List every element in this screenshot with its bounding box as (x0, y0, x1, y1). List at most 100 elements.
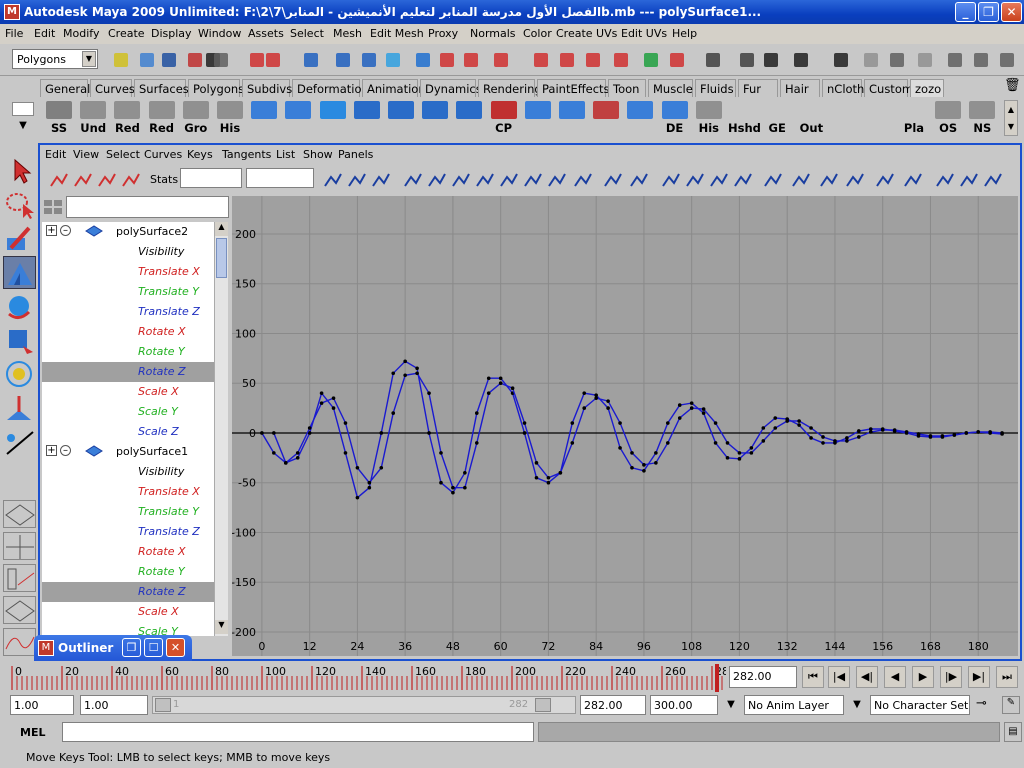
swap-buffer-icon[interactable] (762, 169, 784, 191)
step-tangent-icon[interactable] (498, 169, 520, 191)
select-object-icon[interactable] (970, 49, 992, 71)
move-tool-icon[interactable] (3, 256, 36, 289)
select-hierarchy-icon[interactable] (490, 49, 512, 71)
shelf-scroll-buttons[interactable]: ▲ ▼ (1004, 100, 1018, 136)
frame-all-icon[interactable] (322, 169, 344, 191)
stats-field-value[interactable] (246, 168, 314, 188)
expand-icon[interactable]: + (46, 225, 57, 236)
scroll-down-icon[interactable]: ▼ (215, 620, 228, 634)
menu-edit[interactable]: Edit (34, 27, 55, 40)
outliner-channel[interactable]: Rotate X (42, 322, 214, 342)
frame-playback-icon[interactable] (346, 169, 368, 191)
shelf-button-11[interactable] (386, 99, 416, 135)
outliner-channel[interactable]: Visibility (42, 242, 214, 262)
outliner-filter-icon[interactable] (42, 196, 64, 218)
select-component-icon[interactable] (556, 49, 578, 71)
history-on-icon[interactable] (332, 49, 354, 71)
outliner-channel[interactable]: Translate Y (42, 282, 214, 302)
menu-select[interactable]: Select (290, 27, 324, 40)
shelf-tab-animation[interactable]: Animation (362, 79, 426, 97)
collapse-icon[interactable]: – (60, 445, 71, 456)
select-hierarchy-icon[interactable] (110, 49, 132, 71)
lock-weight-icon[interactable] (732, 169, 754, 191)
snap-point-icon[interactable] (666, 49, 688, 71)
range-start-handle[interactable] (155, 698, 171, 712)
denormalize-icon[interactable] (902, 169, 924, 191)
shelf-button-gro[interactable]: Gro (181, 99, 211, 135)
expand-icon[interactable]: + (46, 445, 57, 456)
outliner-channel[interactable]: Translate Z (42, 302, 214, 322)
time-slider-ruler[interactable]: 020406080100120140160180200220240260280 (0, 662, 726, 694)
insert-key-tool-icon[interactable] (72, 169, 94, 191)
shelf-tab-toon[interactable]: Toon (608, 79, 646, 97)
shelf-button-8[interactable] (283, 99, 313, 135)
shelf-button-ns[interactable]: NS (967, 99, 997, 135)
auto-tangent-icon[interactable] (628, 169, 650, 191)
shelf-button-pla[interactable]: Pla (899, 99, 929, 135)
shelf-button-out[interactable]: Out (796, 99, 826, 135)
go-to-end-button[interactable]: ⏭ (996, 666, 1018, 688)
shelf-tab-fluids[interactable]: Fluids (695, 79, 736, 97)
shelf-tab-ncloth[interactable]: nCloth (822, 79, 864, 97)
collapse-icon[interactable]: – (60, 225, 71, 236)
shelf-button-13[interactable] (454, 99, 484, 135)
anim-layer-field[interactable]: No Anim Layer (744, 695, 844, 715)
unify-tangent-icon[interactable] (684, 169, 706, 191)
select-component-icon[interactable] (996, 49, 1018, 71)
snap-plane-icon[interactable] (702, 49, 724, 71)
outliner-channel[interactable]: Translate Z (42, 522, 214, 542)
magnet-icon[interactable] (914, 49, 936, 71)
undo-icon[interactable] (790, 169, 812, 191)
scale-tool-icon[interactable] (3, 324, 36, 357)
range-start-field[interactable]: 1.00 (80, 695, 148, 715)
preferences-icon[interactable]: ✎ (1002, 696, 1020, 714)
outliner-channel[interactable]: Scale Z (42, 422, 214, 442)
graph-layout-icon[interactable] (3, 564, 36, 592)
menu-file[interactable]: File (5, 27, 23, 40)
play-backwards-button[interactable]: ◀ (884, 666, 906, 688)
shelf-tab-general[interactable]: General (40, 79, 90, 97)
stepped-next-icon[interactable] (522, 169, 544, 191)
time-slider[interactable]: 020406080100120140160180200220240260280 … (0, 662, 1024, 694)
menu-edit-uvs[interactable]: Edit UVs (621, 27, 667, 40)
shelf-button-hshd[interactable]: Hshd (728, 99, 761, 135)
stats-field-time[interactable] (180, 168, 242, 188)
select-tool-icon[interactable] (3, 154, 36, 187)
shelf-button-18[interactable] (625, 99, 655, 135)
scroll-up-icon[interactable]: ▲ (215, 222, 228, 236)
shelf-tab-deformation[interactable]: Deformation (292, 79, 369, 97)
ge-menu-select[interactable]: Select (106, 148, 140, 161)
shelf-tab-surfaces[interactable]: Surfaces (134, 79, 189, 97)
shelf-tab-painteffects[interactable]: PaintEffects (537, 79, 610, 97)
value-snap-icon[interactable] (844, 169, 866, 191)
dope-sheet-icon[interactable] (982, 169, 1004, 191)
ipr-icon[interactable] (382, 49, 404, 71)
outliner-channel[interactable]: Rotate Z (42, 582, 214, 602)
persp-outliner-layout-icon[interactable] (3, 596, 36, 624)
snap-curve-icon[interactable] (640, 49, 662, 71)
shelf-button-9[interactable] (318, 99, 348, 135)
maximize-button[interactable]: ❐ (978, 2, 999, 22)
range-bar[interactable]: 1 282 (152, 696, 576, 714)
ge-menu-edit[interactable]: Edit (45, 148, 66, 161)
shelf-button-7[interactable] (249, 99, 279, 135)
shelf-button-25[interactable] (865, 99, 895, 135)
shelf-options-field[interactable] (12, 102, 34, 116)
shelf-button-24[interactable] (831, 99, 861, 135)
step-forward-frame-button[interactable]: |▶ (940, 666, 962, 688)
shelf-button-his[interactable]: His (215, 99, 245, 135)
outliner-channel[interactable]: Scale Y (42, 622, 214, 636)
shelf-button-red[interactable]: Red (147, 99, 177, 135)
menu-proxy[interactable]: Proxy (428, 27, 458, 40)
shelf-button-und[interactable]: Und (78, 99, 108, 135)
outliner-channel[interactable]: Rotate X (42, 542, 214, 562)
script-editor-icon[interactable]: ▤ (1004, 722, 1022, 742)
select-component-icon[interactable] (158, 49, 180, 71)
spline-tangent-icon[interactable] (402, 169, 424, 191)
shelf-tab-hair[interactable]: Hair (780, 79, 820, 97)
outliner-window-titlebar[interactable]: M Outliner ❐ ☐ ✕ (34, 635, 192, 661)
shelf-button-de[interactable]: DE (660, 99, 690, 135)
shelf-button-his[interactable]: His (694, 99, 724, 135)
outliner-channel[interactable]: Scale X (42, 602, 214, 622)
soft-mod-tool-icon[interactable] (3, 392, 36, 425)
